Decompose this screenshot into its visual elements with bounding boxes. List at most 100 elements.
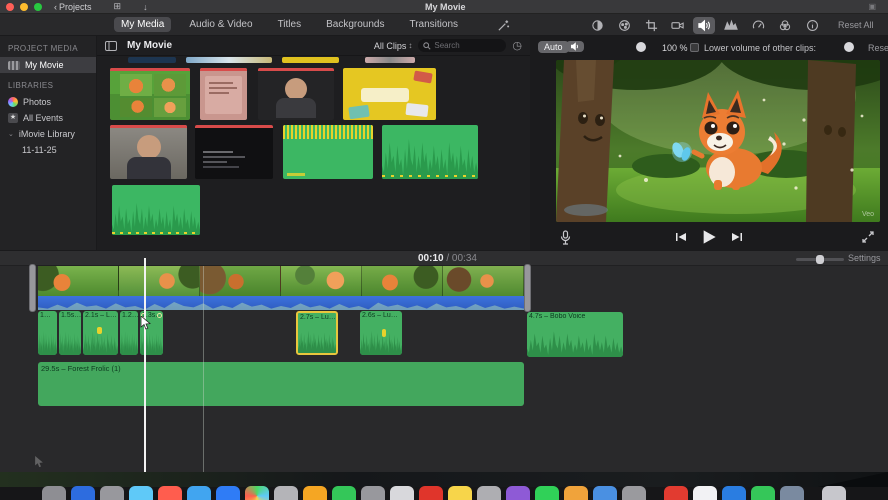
sidebar-toggle-icon[interactable] (105, 40, 117, 51)
audio-clip[interactable]: 4.7s – Bobo Voice (527, 312, 623, 357)
clip-duration-icon[interactable]: ◷ (512, 39, 522, 52)
stabilization-icon[interactable] (667, 17, 689, 34)
dock-app-icon[interactable] (477, 486, 501, 500)
dock-app-icon[interactable] (71, 486, 95, 500)
volume-icon[interactable] (693, 17, 715, 34)
dock-app-icon[interactable] (564, 486, 588, 500)
color-balance-icon[interactable] (586, 17, 608, 34)
dock-app-icon[interactable] (129, 486, 153, 500)
media-thumbnail[interactable] (195, 125, 273, 179)
tab-transitions[interactable]: Transitions (402, 17, 465, 32)
volume-slider-knob[interactable] (636, 42, 646, 52)
sidebar-item-photos[interactable]: Photos (0, 94, 96, 110)
playhead[interactable] (144, 258, 146, 472)
timeline-zoom-knob[interactable] (816, 255, 824, 264)
skip-forward-button[interactable] (731, 231, 743, 243)
fullscreen-icon[interactable] (862, 231, 874, 243)
media-thumbnail[interactable] (110, 125, 187, 179)
dock-app-icon[interactable] (664, 486, 688, 500)
audio-clip-thumbnail[interactable] (283, 125, 373, 179)
color-filters-icon[interactable] (774, 17, 796, 34)
dock-app-icon[interactable] (448, 486, 472, 500)
download-icon[interactable]: ↓ (143, 2, 148, 12)
window-mode-icon[interactable]: ▣ (868, 2, 876, 11)
dock-app-icon[interactable] (42, 486, 66, 500)
media-thumbnail[interactable] (200, 68, 247, 120)
media-thumbnail[interactable] (282, 57, 339, 63)
dock-app-icon[interactable] (332, 486, 356, 500)
color-correction-icon[interactable] (613, 17, 635, 34)
audio-clip-thumbnail[interactable] (382, 125, 478, 179)
tab-backgrounds[interactable]: Backgrounds (319, 17, 391, 32)
dock-app-icon[interactable] (100, 486, 124, 500)
media-thumbnail[interactable] (128, 57, 176, 63)
audio-clip-thumbnail[interactable] (112, 185, 200, 235)
sidebar-item-my-movie[interactable]: My Movie (0, 57, 96, 73)
video-clip-filmstrip[interactable] (38, 266, 524, 296)
dock-app-icon[interactable] (693, 486, 717, 500)
auto-volume-button[interactable]: Auto (538, 41, 569, 53)
minimize-window-button[interactable] (20, 2, 28, 11)
dock-app-icon[interactable] (361, 486, 385, 500)
reset-all-button[interactable]: Reset All (838, 20, 874, 30)
sidebar-item-imovie-library[interactable]: ⌄ iMovie Library (0, 126, 96, 142)
fade-handle[interactable] (157, 313, 162, 318)
media-thumbnail[interactable] (258, 68, 334, 120)
dock-app-icon[interactable] (722, 486, 746, 500)
audio-clip[interactable]: 2.1s – L… (83, 311, 118, 355)
sidebar-item-library-date[interactable]: 11-11-25 (0, 142, 96, 158)
media-thumbnail[interactable] (343, 68, 436, 120)
media-thumbnail[interactable] (365, 57, 415, 63)
tab-titles[interactable]: Titles (271, 17, 309, 32)
dock-app-icon[interactable] (216, 486, 240, 500)
skip-back-button[interactable] (675, 231, 687, 243)
tab-audio-video[interactable]: Audio & Video (182, 17, 259, 32)
timeline-zoom-slider[interactable] (796, 255, 844, 264)
dock-app-icon[interactable] (506, 486, 530, 500)
clip-info-icon[interactable] (801, 17, 823, 34)
back-to-projects-button[interactable]: ‹ Projects (54, 2, 92, 12)
audio-clip[interactable]: 1.2… (120, 311, 138, 355)
noise-reduction-icon[interactable] (720, 17, 742, 34)
search-field[interactable] (418, 39, 507, 52)
crop-icon[interactable] (640, 17, 662, 34)
trim-handle-right[interactable] (524, 264, 531, 312)
voiceover-mic-icon[interactable] (560, 229, 571, 245)
import-media-icon[interactable]: ⊞ (114, 1, 122, 12)
audio-clip[interactable]: 1… (38, 311, 57, 355)
media-thumbnail[interactable] (110, 68, 190, 120)
dock-app-icon[interactable] (535, 486, 559, 500)
search-input[interactable] (434, 41, 495, 50)
enhance-wand-icon[interactable] (492, 17, 514, 34)
close-window-button[interactable] (6, 2, 14, 11)
dock-app-icon[interactable] (245, 486, 269, 500)
dock-app-icon[interactable] (158, 486, 182, 500)
dock-app-icon[interactable] (622, 486, 646, 500)
dock-app-icon[interactable] (303, 486, 327, 500)
dock-app-icon[interactable] (390, 486, 414, 500)
dock-app-icon[interactable] (187, 486, 211, 500)
dock-trash-icon[interactable] (822, 486, 846, 500)
trim-handle-left[interactable] (29, 264, 36, 312)
video-clip-audio-strip[interactable] (38, 296, 524, 310)
audio-clip[interactable]: 1.5s… (59, 311, 81, 355)
speed-icon[interactable] (747, 17, 769, 34)
sidebar-item-all-events[interactable]: ★ All Events (0, 110, 96, 126)
reset-button[interactable]: Reset (868, 43, 888, 53)
play-button[interactable] (701, 229, 717, 245)
lower-volume-checkbox[interactable] (690, 43, 699, 52)
dock-app-icon[interactable] (780, 486, 804, 500)
clip-filter-dropdown[interactable]: All Clips ↕ (374, 41, 413, 51)
zoom-window-button[interactable] (34, 2, 42, 11)
dock-app-icon[interactable] (751, 486, 775, 500)
media-thumbnail[interactable] (186, 57, 272, 63)
background-music-clip[interactable]: 29.5s – Forest Frolic (1) (38, 362, 524, 406)
mute-button[interactable] (566, 41, 584, 52)
dock-app-icon[interactable] (593, 486, 617, 500)
tab-my-media[interactable]: My Media (114, 17, 172, 32)
lower-volume-knob[interactable] (844, 42, 854, 52)
dock-app-icon[interactable] (274, 486, 298, 500)
audio-clip-selected[interactable]: 2.7s – Lu… (296, 311, 338, 355)
dock-app-icon[interactable] (419, 486, 443, 500)
timeline-settings-button[interactable]: Settings (848, 253, 881, 263)
